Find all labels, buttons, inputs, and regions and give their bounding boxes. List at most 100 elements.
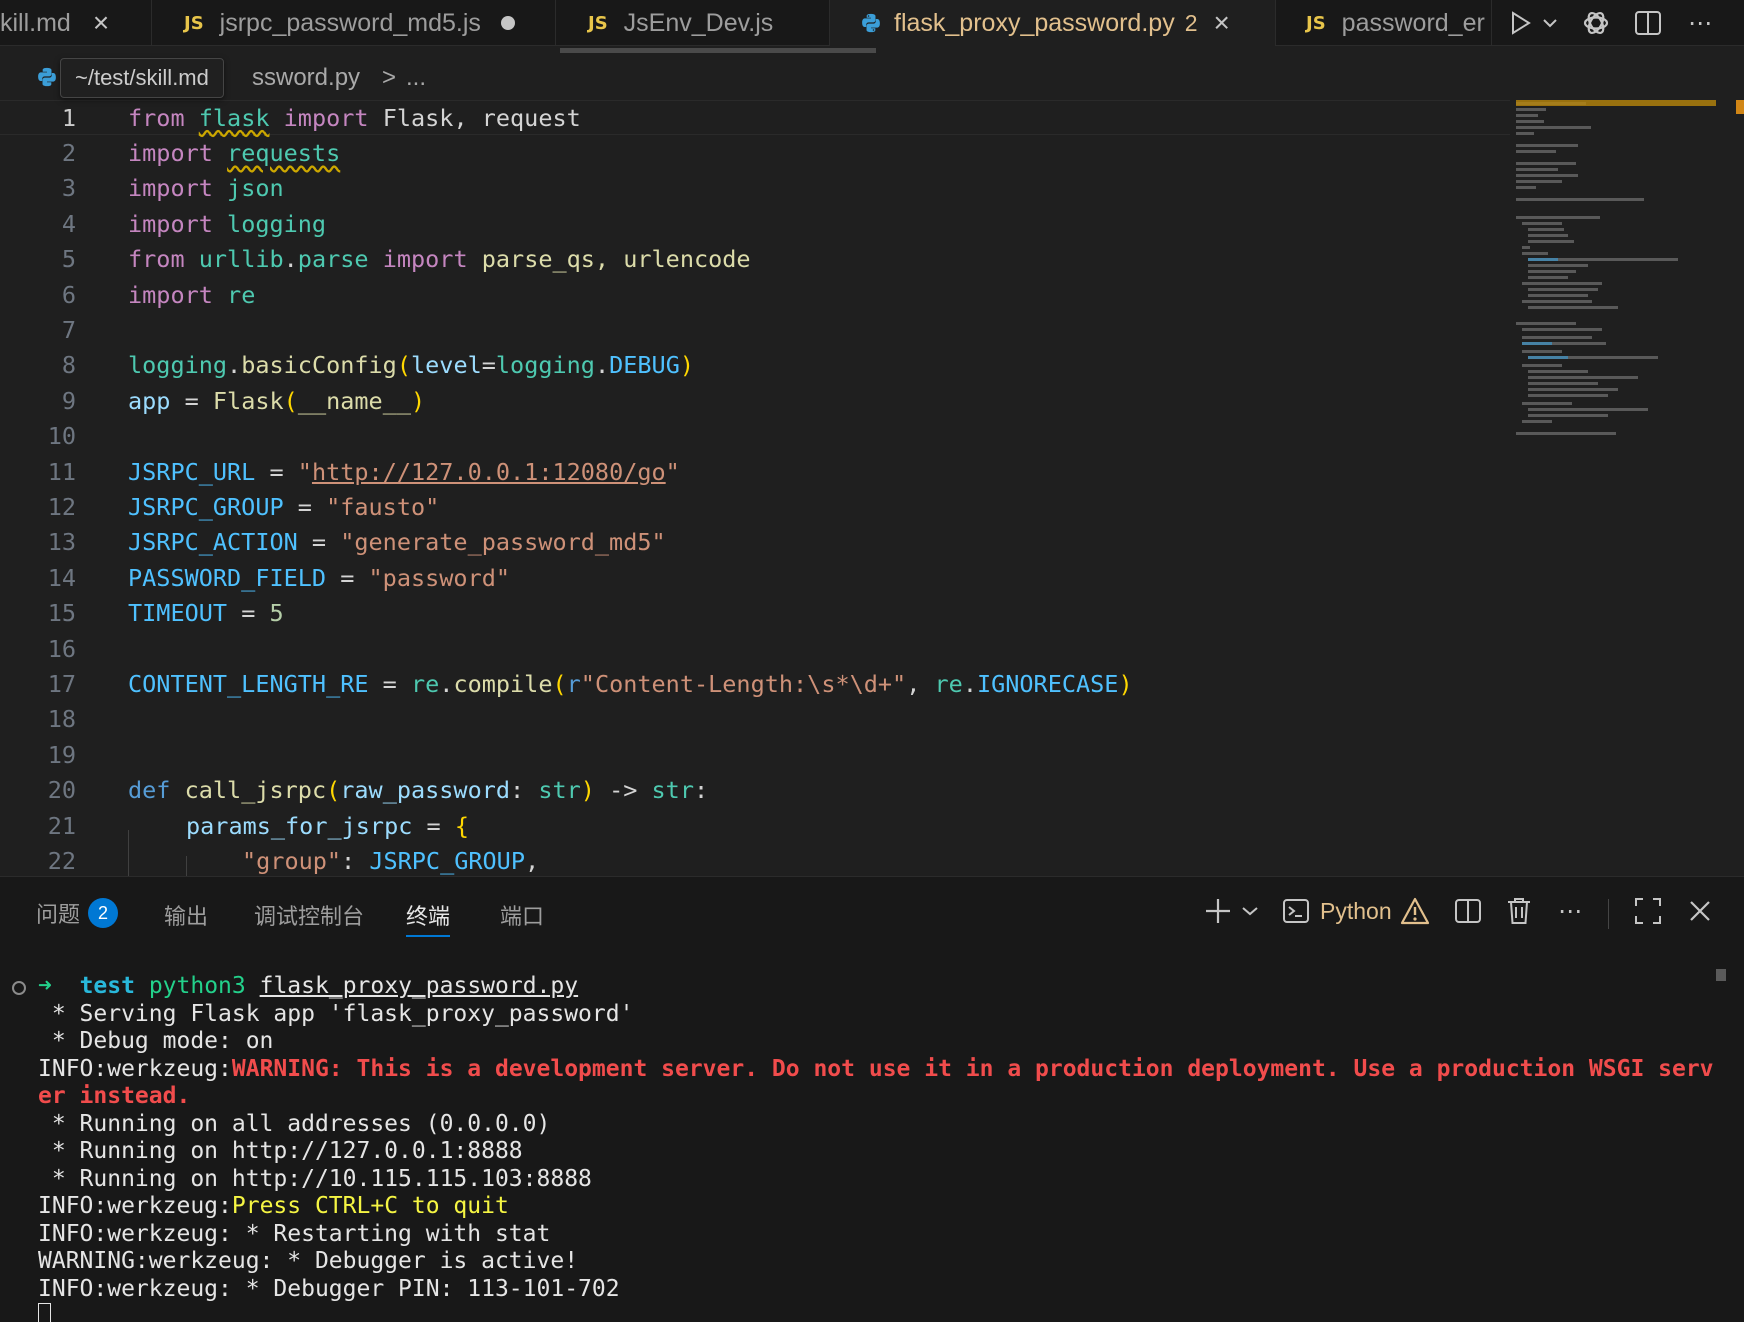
code-line[interactable]: 3 import json	[0, 171, 1510, 206]
tab-scrollbar[interactable]	[560, 48, 876, 53]
code-line[interactable]: 14 PASSWORD_FIELD = "password"	[0, 560, 1510, 595]
overview-ruler-marker	[1736, 100, 1744, 114]
tab-ports[interactable]: 端口	[500, 899, 544, 931]
tab-password-er[interactable]: JS password_er	[1276, 0, 1492, 46]
operator: =	[412, 811, 455, 840]
breadcrumb-file[interactable]: ssword.py	[252, 64, 360, 92]
code-line[interactable]: 18	[0, 702, 1510, 737]
code-line[interactable]: 20 def call_jsrpc(raw_password: str) -> …	[0, 773, 1510, 808]
tab-jsrpc-password-md5[interactable]: JS jsrpc_password_md5.js	[152, 0, 556, 46]
keyword: from	[128, 103, 185, 132]
terminal-line: * Serving Flask app 'flask_proxy_passwor…	[38, 1000, 634, 1027]
code-line[interactable]: 17 CONTENT_LENGTH_RE = re.compile(r"Cont…	[0, 666, 1510, 701]
constant: JSRPC_ACTION	[128, 528, 298, 557]
tab-problems[interactable]: 问题 2	[36, 897, 119, 929]
terminal-more-button[interactable]: ⋯	[1558, 893, 1582, 929]
editor-tab-bar: kill.md × JS jsrpc_password_md5.js JS Js…	[0, 0, 1744, 53]
tab-flask-proxy-password[interactable]: flask_proxy_password.py 2 ×	[830, 0, 1276, 46]
more-actions-button[interactable]: ⋯	[1682, 0, 1718, 46]
code-line[interactable]: 2 import requests	[0, 135, 1510, 170]
string: "group"	[242, 847, 342, 876]
tab-terminal[interactable]: 终端	[406, 899, 451, 937]
new-terminal-button[interactable]	[1204, 893, 1232, 929]
import-names: parse_qs, urlencode	[481, 245, 751, 274]
code-line[interactable]: 9 app = Flask(__name__)	[0, 383, 1510, 418]
punctuation: :	[693, 776, 709, 805]
problem-count: 2	[1184, 9, 1198, 36]
maximize-icon	[1635, 898, 1661, 924]
parameter: raw_password	[340, 776, 511, 805]
chevron-down-icon	[1242, 907, 1258, 916]
close-icon[interactable]: ×	[1214, 7, 1230, 39]
tab-debug-console[interactable]: 调试控制台	[254, 899, 364, 931]
line-number: 19	[47, 740, 76, 769]
close-panel-button[interactable]	[1688, 893, 1712, 929]
tab-output[interactable]: 输出	[164, 899, 208, 931]
operator: =	[255, 457, 298, 486]
tab-label: JsEnv_Dev.js	[623, 8, 774, 37]
line-number: 3	[61, 174, 76, 203]
chatgpt-button[interactable]	[1578, 0, 1614, 46]
keyword: import	[128, 280, 213, 309]
code-line[interactable]: 22 "group": JSRPC_GROUP,	[0, 843, 1510, 876]
terminal-line: er instead.	[38, 1083, 190, 1111]
line-number: 12	[47, 493, 76, 522]
terminal-profile-dropdown[interactable]	[1242, 893, 1258, 929]
run-button[interactable]	[1504, 0, 1538, 46]
code-line[interactable]: 15 TIMEOUT = 5	[0, 596, 1510, 631]
operator: =	[283, 493, 327, 522]
code-line[interactable]: 8 logging.basicConfig(level=logging.DEBU…	[0, 348, 1510, 383]
url-link[interactable]: http://127.0.0.1:12080/go	[312, 458, 666, 486]
code-line[interactable]: 12 JSRPC_GROUP = "fausto"	[0, 489, 1510, 524]
code-line[interactable]: 7	[0, 312, 1510, 347]
split-editor-button[interactable]	[1630, 0, 1666, 46]
javascript-file-icon: JS	[588, 12, 608, 34]
code-line[interactable]: 13 JSRPC_ACTION = "generate_password_md5…	[0, 525, 1510, 560]
terminal-line: INFO:werkzeug: * Restarting with stat	[38, 1220, 551, 1247]
tab-label: password_er	[1341, 8, 1485, 37]
log-prefix: INFO:werkzeug:	[38, 1055, 232, 1082]
terminal-scrollbar[interactable]	[1716, 969, 1726, 981]
run-options-button[interactable]	[1538, 0, 1562, 46]
tab-skill-md[interactable]: kill.md ×	[0, 0, 152, 46]
line-number: 9	[61, 386, 76, 415]
tab-jsenv-dev[interactable]: JS JsEnv_Dev.js	[556, 0, 830, 46]
code-editor[interactable]: 1 from flask import Flask, request 2 imp…	[0, 100, 1744, 876]
code-line[interactable]: 10	[0, 419, 1510, 454]
code-line[interactable]: 6 import re	[0, 277, 1510, 312]
close-icon[interactable]: ×	[93, 7, 109, 39]
line-number: 6	[61, 280, 76, 309]
keyword: from	[128, 245, 185, 274]
minimap[interactable]	[1516, 100, 1716, 440]
split-terminal-button[interactable]	[1454, 893, 1482, 929]
function-name: compile	[453, 670, 553, 699]
terminal-line: * Debug mode: on	[38, 1028, 274, 1054]
import-names: Flask, request	[382, 103, 581, 132]
code-line[interactable]: 11 JSRPC_URL = "http://127.0.0.1:12080/g…	[0, 454, 1510, 489]
code-line[interactable]: 4 import logging	[0, 206, 1510, 241]
maximize-panel-button[interactable]	[1634, 893, 1662, 929]
code-line[interactable]: 16	[0, 631, 1510, 666]
terminal-name: Python	[1320, 897, 1392, 924]
constant: DEBUG	[609, 351, 680, 380]
openai-icon	[1583, 11, 1609, 35]
module-name: re	[227, 280, 256, 309]
unsaved-dot-icon[interactable]	[500, 16, 515, 30]
problems-count-badge: 2	[88, 898, 119, 928]
prompt-argument[interactable]: flask_proxy_password.py	[260, 973, 579, 999]
tab-label: flask_proxy_password.py	[894, 8, 1175, 37]
kill-terminal-button[interactable]	[1506, 893, 1532, 929]
terminal-icon	[1283, 899, 1309, 923]
terminal-selector[interactable]: Python	[1282, 893, 1430, 929]
terminal-line: * Running on all addresses (0.0.0.0)	[38, 1110, 551, 1137]
code-line[interactable]: 21 params_for_jsrpc = {	[0, 808, 1510, 843]
bracket: {	[454, 811, 469, 840]
code-line[interactable]: 1 from flask import Flask, request	[0, 100, 1510, 136]
keyword: import	[283, 103, 369, 132]
terminal-cursor	[38, 1303, 51, 1322]
code-line[interactable]: 19	[0, 737, 1510, 772]
breadcrumb-symbols[interactable]: ...	[406, 64, 426, 92]
terminal-output[interactable]: ➜ test python3 flask_proxy_password.py *…	[0, 973, 1720, 1322]
dunder-name: __name__	[297, 386, 411, 415]
code-line[interactable]: 5 from urllib.parse import parse_qs, url…	[0, 242, 1510, 277]
